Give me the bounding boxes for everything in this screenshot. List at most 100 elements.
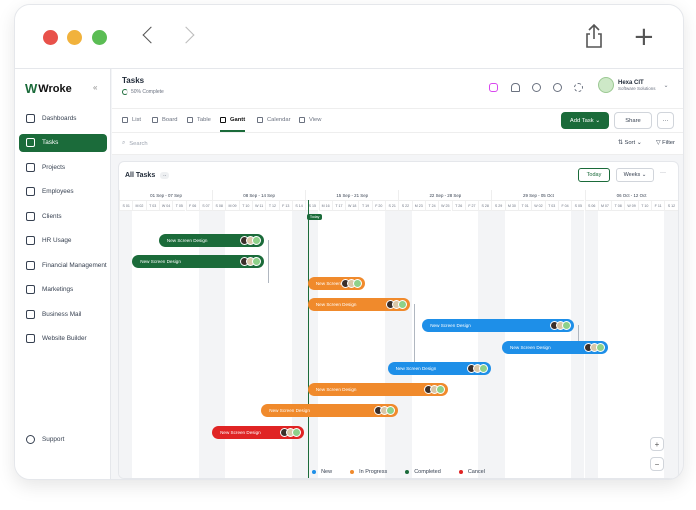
- status-legend: New In Progress Completed Cancel: [112, 465, 683, 479]
- headset-icon: [26, 434, 35, 444]
- tab-list[interactable]: List: [122, 117, 141, 123]
- week-header: 29 Sep - 05 Oct: [491, 190, 585, 201]
- minimize-window-button[interactable]: [67, 30, 82, 45]
- bot-icon[interactable]: [489, 83, 498, 92]
- today-line: [307, 200, 309, 478]
- hr-icon: [26, 236, 35, 245]
- weekend-column: [398, 211, 412, 478]
- day-header: W 02: [531, 201, 545, 211]
- day-header: M 16: [318, 201, 332, 211]
- chat-icon[interactable]: [532, 83, 541, 92]
- day-header: F 13: [278, 201, 292, 211]
- legend-item: New: [312, 469, 332, 475]
- add-task-label: Add Task: [569, 117, 594, 124]
- add-task-button[interactable]: Add Task ⌄: [561, 112, 609, 129]
- share-button[interactable]: Share: [614, 112, 652, 129]
- task-bar[interactable]: New Screen Design: [158, 234, 264, 247]
- scale-select[interactable]: Weeks ⌄: [616, 168, 654, 182]
- task-bar[interactable]: New Screen Design: [132, 255, 264, 269]
- weekend-column: [478, 211, 492, 478]
- bell-icon[interactable]: [511, 83, 520, 92]
- clock-icon[interactable]: [553, 83, 562, 92]
- legend-swatch: [458, 470, 463, 474]
- avatar: [435, 385, 445, 395]
- collapse-sidebar-icon[interactable]: «: [93, 83, 97, 92]
- day-header: M 02: [132, 201, 146, 211]
- day-header: S 22: [398, 201, 412, 211]
- zoom-in-button[interactable]: +: [650, 437, 664, 451]
- sidebar-item-label: Website Builder: [42, 335, 87, 342]
- tab-label: Calendar: [267, 117, 291, 123]
- new-tab-icon[interactable]: +: [633, 24, 655, 50]
- task-bar[interactable]: New Screen Design: [422, 319, 574, 333]
- day-header: S 08: [212, 201, 226, 211]
- sidebar-item-dashboards[interactable]: Dashboards: [19, 109, 107, 127]
- page-title: Tasks: [122, 76, 145, 85]
- share-icon[interactable]: [585, 23, 603, 49]
- sidebar-item-tasks[interactable]: Tasks: [19, 133, 107, 152]
- tab-table[interactable]: Table: [187, 117, 211, 123]
- legend-label: Cancel: [467, 469, 485, 475]
- sidebar-item-label: Employees: [42, 188, 74, 195]
- folder-icon: [26, 162, 35, 172]
- day-header: T 26: [451, 201, 465, 211]
- task-bar[interactable]: New Screen Design: [502, 340, 609, 354]
- sidebar-item-support[interactable]: Support: [19, 430, 107, 448]
- day-header: T 08: [611, 201, 625, 211]
- sidebar-item-financial-management[interactable]: Financial Management: [19, 256, 107, 274]
- tab-board[interactable]: Board: [152, 117, 177, 123]
- view-view-icon: [299, 117, 305, 123]
- avatar: [353, 278, 363, 288]
- legend-swatch: [405, 470, 410, 474]
- gantt-more-button[interactable]: ···: [660, 170, 666, 176]
- avatar: [291, 427, 301, 437]
- sidebar-item-clients[interactable]: Clients: [19, 207, 107, 225]
- sidebar-item-label: HR Usage: [42, 237, 72, 244]
- avatar: [386, 406, 396, 416]
- search-input[interactable]: ⌕ Search: [122, 140, 148, 147]
- task-bar[interactable]: New Screen Design: [387, 361, 492, 375]
- task-bar[interactable]: New Screen Design: [212, 425, 304, 439]
- search-bar: ⌕ Search ⇅ Sort ⌄ ▽ Filter: [112, 133, 683, 155]
- week-header: 01 Sep - 07 Sep: [119, 190, 213, 201]
- task-bar[interactable]: New Screen Design: [307, 276, 366, 290]
- day-header: S 14: [291, 201, 306, 211]
- sidebar-item-business-mail[interactable]: Business Mail: [19, 305, 107, 323]
- sidebar-item-marketings[interactable]: Marketings: [19, 281, 107, 299]
- tab-label: Table: [197, 117, 211, 123]
- sidebar-item-website-builder[interactable]: Website Builder: [19, 330, 107, 348]
- avatar: [251, 257, 261, 267]
- filter-button[interactable]: ▽ Filter: [656, 140, 675, 146]
- day-header: S 01: [119, 201, 133, 211]
- day-header: F 27: [464, 201, 479, 211]
- more-options-button[interactable]: ···: [657, 112, 674, 129]
- assignee-avatars: [386, 299, 408, 309]
- megaphone-icon: [26, 285, 35, 294]
- table-view-icon: [187, 117, 193, 123]
- forward-icon[interactable]: [177, 26, 195, 44]
- tab-label: View: [309, 117, 322, 123]
- back-icon[interactable]: [142, 26, 160, 44]
- sidebar-item-employees[interactable]: Employees: [19, 183, 107, 201]
- task-bar[interactable]: New Screen Design: [307, 383, 448, 397]
- sidebar-item-hr-usage[interactable]: HR Usage: [19, 232, 107, 250]
- money-icon: [26, 260, 35, 270]
- task-bar-label: New Screen Design: [315, 387, 357, 393]
- weekend-column: [119, 211, 133, 478]
- avatar: [479, 363, 489, 373]
- settings-icon[interactable]: [574, 83, 583, 92]
- calendar-view-icon: [257, 117, 263, 123]
- close-window-button[interactable]: [43, 30, 58, 45]
- day-header: M 09: [225, 201, 239, 211]
- tab-gantt[interactable]: Gantt: [220, 117, 246, 132]
- sort-button[interactable]: ⇅ Sort ⌄: [618, 140, 642, 146]
- today-button[interactable]: Today: [578, 168, 610, 182]
- maximize-window-button[interactable]: [92, 30, 107, 45]
- sidebar-item-projects[interactable]: Projects: [19, 158, 107, 176]
- week-header: 08 Sep - 14 Sep: [212, 190, 306, 201]
- tab-calendar[interactable]: Calendar: [257, 117, 291, 123]
- tab-view[interactable]: View: [299, 117, 321, 123]
- task-bar[interactable]: New Screen Design: [307, 297, 411, 311]
- user-menu[interactable]: Hexa CIT Software Solutions ⌄: [598, 77, 669, 93]
- task-bar[interactable]: New Screen Design: [261, 404, 399, 418]
